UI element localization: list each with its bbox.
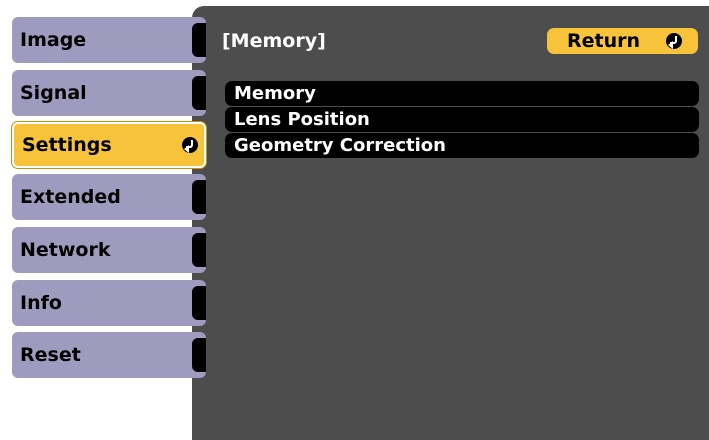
sidebar-item-signal[interactable]: Signal [12, 70, 206, 116]
tab-connector [192, 286, 206, 320]
sidebar-item-label: Extended [20, 186, 121, 208]
tab-connector [192, 23, 206, 57]
tab-connector [192, 76, 206, 110]
menu-item-label: Geometry Correction [234, 135, 446, 156]
return-button-label: Return [567, 30, 641, 52]
sidebar-item-label: Signal [20, 82, 87, 104]
sidebar-item-settings[interactable]: Settings [12, 122, 206, 168]
enter-icon [182, 137, 198, 153]
projector-menu-screen: Image Signal Settings Extended Network I… [0, 0, 709, 440]
sidebar-item-label: Settings [22, 134, 112, 156]
sidebar-item-label: Image [20, 29, 87, 51]
enter-icon [666, 33, 682, 49]
sidebar-item-image[interactable]: Image [12, 17, 206, 63]
menu-item-label: Memory [234, 83, 316, 104]
sidebar-item-label: Network [20, 239, 111, 261]
breadcrumb: [Memory] [222, 30, 326, 52]
menu-item-memory[interactable]: Memory [225, 81, 699, 106]
tab-connector [192, 180, 206, 214]
return-button[interactable]: Return [547, 28, 698, 54]
main-panel [192, 6, 709, 440]
menu-item-geometry-correction[interactable]: Geometry Correction [225, 133, 699, 158]
sidebar-item-info[interactable]: Info [12, 280, 206, 326]
sidebar-item-label: Info [20, 292, 62, 314]
menu-item-lens-position[interactable]: Lens Position [225, 107, 699, 132]
menu-item-label: Lens Position [234, 109, 370, 130]
sidebar-item-reset[interactable]: Reset [12, 332, 206, 378]
sidebar-item-network[interactable]: Network [12, 227, 206, 273]
tab-connector [192, 233, 206, 267]
sidebar-item-label: Reset [20, 344, 81, 366]
tab-connector [192, 338, 206, 372]
sidebar-item-extended[interactable]: Extended [12, 174, 206, 220]
